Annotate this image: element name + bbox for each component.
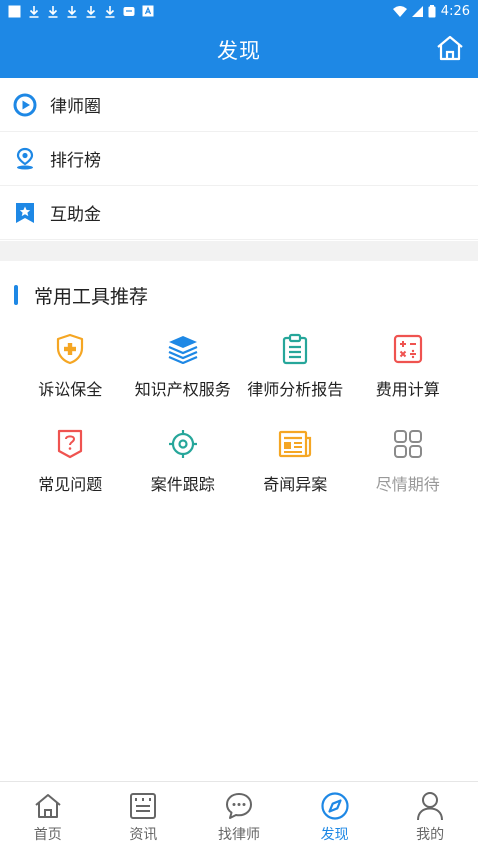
tab-label: 发现 xyxy=(320,827,349,843)
tool-case-tracking[interactable]: 案件跟踪 xyxy=(127,427,240,522)
menu-item-label: 排行榜 xyxy=(50,151,101,171)
message-icon xyxy=(123,6,135,17)
tool-coming-soon: 尽情期待 xyxy=(352,427,465,522)
home-icon xyxy=(435,34,465,66)
tools-grid: 诉讼保全 知识产权服务 律师分析报告 费用计算 常见问题 案件跟踪 奇闻异案 尽… xyxy=(14,332,464,522)
target-icon xyxy=(166,427,200,461)
tool-label: 诉讼保全 xyxy=(38,380,103,399)
tab-home[interactable]: 首页 xyxy=(0,782,96,851)
tool-label: 奇闻异案 xyxy=(263,475,328,494)
download-icon xyxy=(85,5,97,18)
tab-label: 首页 xyxy=(33,827,62,843)
tool-label: 常见问题 xyxy=(38,475,103,494)
menu-item-ranking[interactable]: 排行榜 xyxy=(0,132,478,186)
menu-item-lawyer-circle[interactable]: 律师圈 xyxy=(0,78,478,132)
menu-item-mutual-fund[interactable]: 互助金 xyxy=(0,186,478,240)
download-icon xyxy=(104,5,116,18)
tool-label: 尽情期待 xyxy=(375,475,440,494)
status-bar: 4:26 xyxy=(0,0,478,22)
discover-menu-list: 律师圈 排行榜 互助金 xyxy=(0,78,478,240)
grid-icon xyxy=(391,427,425,461)
a-icon xyxy=(142,5,154,17)
tool-label: 知识产权服务 xyxy=(134,380,231,399)
menu-item-label: 互助金 xyxy=(50,205,101,225)
battery-icon xyxy=(428,4,436,18)
section-accent-bar xyxy=(14,285,18,305)
user-icon xyxy=(415,791,445,821)
tab-label: 我的 xyxy=(416,827,445,843)
tool-fee-calculator[interactable]: 费用计算 xyxy=(352,332,465,427)
shield-plus-icon xyxy=(53,332,87,366)
tool-litigation-preservation[interactable]: 诉讼保全 xyxy=(14,332,127,427)
news-icon xyxy=(128,791,158,821)
tab-label: 找律师 xyxy=(217,827,260,843)
tool-label: 律师分析报告 xyxy=(247,380,344,399)
download-icon xyxy=(66,5,78,18)
home-icon xyxy=(33,791,63,821)
tab-discover[interactable]: 发现 xyxy=(287,782,383,851)
location-pin-icon xyxy=(13,147,37,171)
tool-label: 费用计算 xyxy=(375,380,440,399)
tool-faq[interactable]: 常见问题 xyxy=(14,427,127,522)
download-icon xyxy=(47,5,59,18)
tools-section-header: 常用工具推荐 xyxy=(0,279,148,311)
home-button[interactable] xyxy=(432,32,468,68)
signal-icon xyxy=(411,5,423,17)
section-title: 常用工具推荐 xyxy=(34,285,149,308)
chat-icon xyxy=(224,791,254,821)
tab-find-lawyer[interactable]: 找律师 xyxy=(191,782,287,851)
download-icon xyxy=(28,5,40,18)
calculator-icon xyxy=(391,332,425,366)
section-divider xyxy=(0,241,478,261)
tab-label: 资讯 xyxy=(129,827,158,843)
tool-strange-cases[interactable]: 奇闻异案 xyxy=(239,427,352,522)
square-icon xyxy=(8,5,21,18)
book-stack-icon xyxy=(166,332,200,366)
bottom-tab-bar: 首页 资讯 找律师 发现 我的 xyxy=(0,781,478,851)
menu-item-label: 律师圈 xyxy=(50,97,101,117)
wifi-icon xyxy=(392,5,407,17)
page-title: 发现 xyxy=(217,39,261,63)
tool-ip-service[interactable]: 知识产权服务 xyxy=(127,332,240,427)
status-time: 4:26 xyxy=(440,3,470,19)
play-circle-icon xyxy=(13,93,37,117)
status-left-icons xyxy=(8,5,154,18)
tool-label: 案件跟踪 xyxy=(150,475,215,494)
star-bookmark-icon xyxy=(13,201,37,225)
clipboard-icon xyxy=(278,332,312,366)
tab-profile[interactable]: 我的 xyxy=(382,782,478,851)
top-app-bar: 发现 xyxy=(0,22,478,78)
question-icon xyxy=(53,427,87,461)
status-right: 4:26 xyxy=(392,3,470,19)
compass-icon xyxy=(320,791,350,821)
newspaper-icon xyxy=(278,427,312,461)
tool-lawyer-report[interactable]: 律师分析报告 xyxy=(239,332,352,427)
tab-news[interactable]: 资讯 xyxy=(96,782,192,851)
